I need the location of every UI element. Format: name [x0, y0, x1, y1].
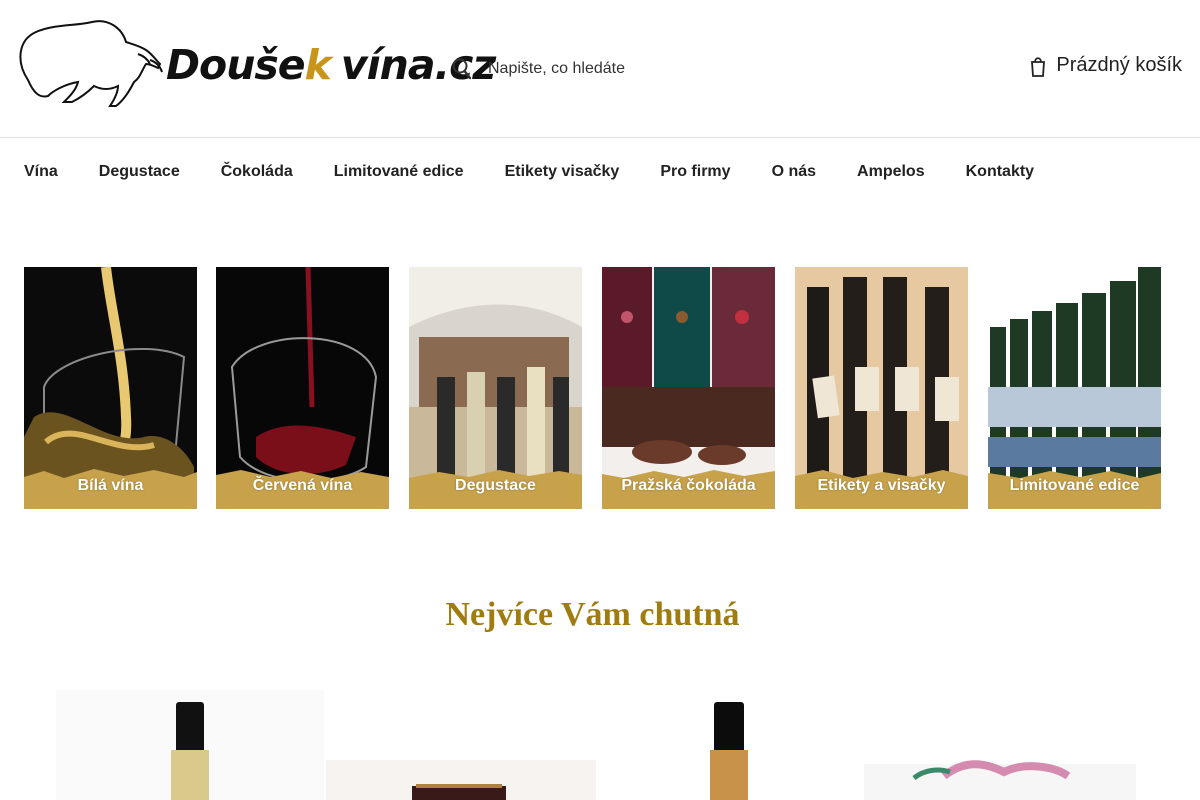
cart-icon: [1031, 56, 1046, 77]
product-image-chocolate-box: [326, 760, 596, 800]
category-label: Degustace: [455, 477, 536, 494]
category-label: Pražská čokoláda: [621, 477, 756, 494]
main-nav: Vína Degustace Čokoláda Limitované edice…: [0, 150, 1200, 194]
nav-item-etikety-visacky[interactable]: Etikety visačky: [505, 163, 620, 181]
category-tile-cervena-vina[interactable]: Červená vína: [216, 267, 389, 509]
category-tile-bila-vina[interactable]: Bílá vína: [24, 267, 197, 509]
nav-item-cokolada[interactable]: Čokoláda: [221, 163, 293, 181]
product-card[interactable]: [864, 690, 1136, 800]
nav-item-ampelos[interactable]: Ampelos: [857, 163, 925, 181]
product-image-wine-bottle: [56, 690, 324, 800]
category-label: Bílá vína: [77, 477, 144, 494]
logo-word-dousek: Doušek: [166, 41, 332, 89]
category-label: Limitované edice: [1009, 477, 1140, 494]
nav-item-kontakty[interactable]: Kontakty: [966, 163, 1034, 181]
search-placeholder: Napište, co hledáte: [488, 60, 625, 77]
cart-button[interactable]: Prázdný košík: [1030, 54, 1182, 77]
search-field[interactable]: Napište, co hledáte: [452, 52, 972, 86]
product-image-wine-bottle: [596, 690, 864, 800]
section-title-bestsellers: Nejvíce Vám chutná: [445, 596, 740, 633]
product-image-floral-label: [864, 760, 1136, 800]
product-carousel: [56, 690, 1136, 800]
product-card[interactable]: [326, 690, 596, 800]
cart-label: Prázdný košík: [1056, 54, 1182, 76]
site-header: Doušek vína.cz Napište, co hledáte Prázdn…: [0, 0, 1200, 138]
product-card[interactable]: [56, 690, 324, 800]
category-tile-limitovane-edice[interactable]: Limitované edice: [988, 267, 1161, 509]
nav-item-o-nas[interactable]: O nás: [772, 163, 816, 181]
site-logo[interactable]: Doušek vína.cz: [14, 20, 496, 112]
category-tile-degustace[interactable]: Degustace: [409, 267, 582, 509]
search-icon: [452, 58, 472, 80]
nav-item-pro-firmy[interactable]: Pro firmy: [660, 163, 730, 181]
category-label: Červená vína: [252, 477, 353, 494]
logo-wordmark: Doušek vína.cz: [166, 40, 496, 90]
nav-item-degustace[interactable]: Degustace: [99, 163, 180, 181]
nav-item-limitovane-edice[interactable]: Limitované edice: [334, 163, 464, 181]
nav-item-vina[interactable]: Vína: [24, 163, 58, 181]
product-card[interactable]: [596, 690, 864, 800]
category-tile-prazska-cokolada[interactable]: Pražská čokoláda: [602, 267, 775, 509]
category-tiles: Bílá vína Červená vína Degustace Pražská…: [24, 267, 1164, 509]
category-tile-etikety-visacky[interactable]: Etikety a visačky: [795, 267, 968, 509]
category-label: Etikety a visačky: [817, 477, 946, 494]
